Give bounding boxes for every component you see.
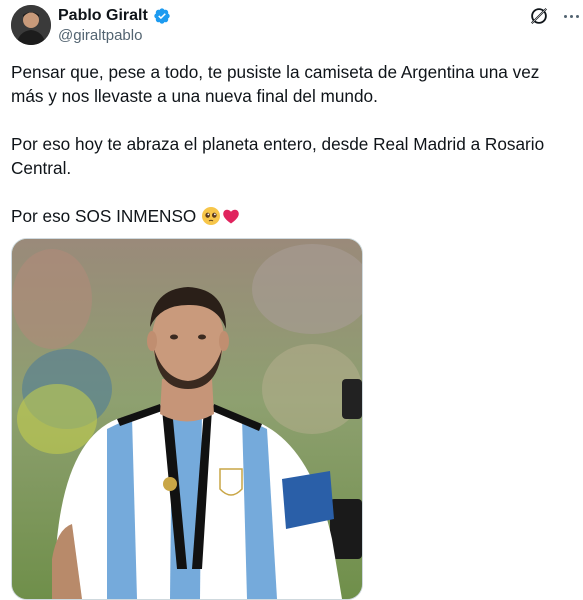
more-options-icon[interactable] [560,5,582,27]
tweet-card[interactable]: Pablo Giralt @giraltpablo Pensar que, pe… [0,0,583,600]
tweet-text: Pensar que, pese a todo, te pusiste la c… [11,60,571,228]
tweet-photo[interactable] [11,238,363,600]
tweet-line: Por eso hoy te abraza el planeta entero,… [11,134,545,154]
pleading-face-emoji [202,207,221,225]
grok-icon[interactable] [528,5,550,27]
tweet-line-last: Por eso SOS INMENSO [11,204,571,228]
tweet-line: más y nos llevaste a una nueva final del… [11,86,378,106]
tweet-line: Central. [11,158,72,178]
author-display-name[interactable]: Pablo Giralt [58,7,148,25]
tweet-line: Por eso SOS INMENSO [11,206,197,226]
author-avatar[interactable] [11,5,51,45]
tweet-line: Pensar que, pese a todo, te pusiste la c… [11,62,540,82]
red-heart-emoji [223,209,239,224]
author-handle[interactable]: @giraltpablo [58,27,142,44]
verified-badge-icon [154,8,170,24]
